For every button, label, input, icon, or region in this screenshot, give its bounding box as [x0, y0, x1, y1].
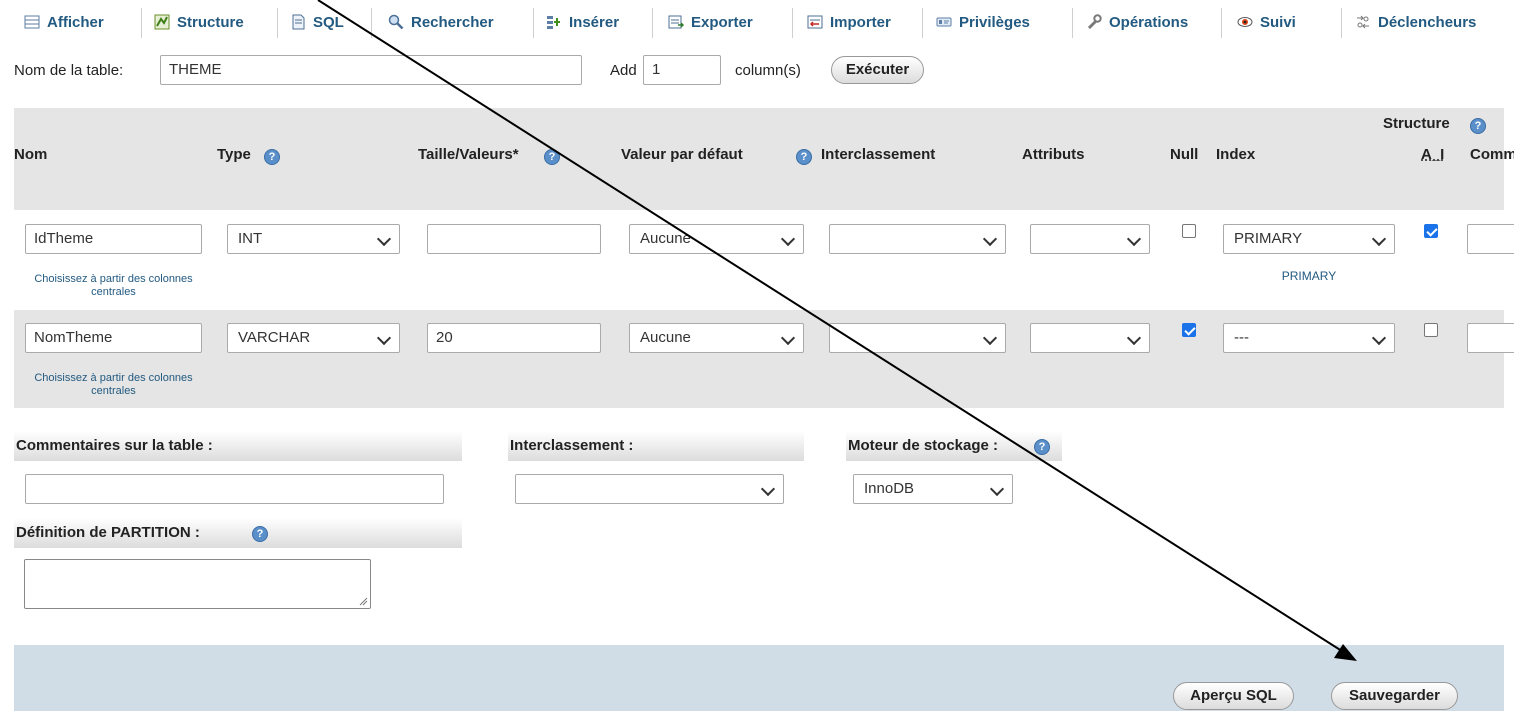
annotation-arrow [317, 0, 1357, 661]
